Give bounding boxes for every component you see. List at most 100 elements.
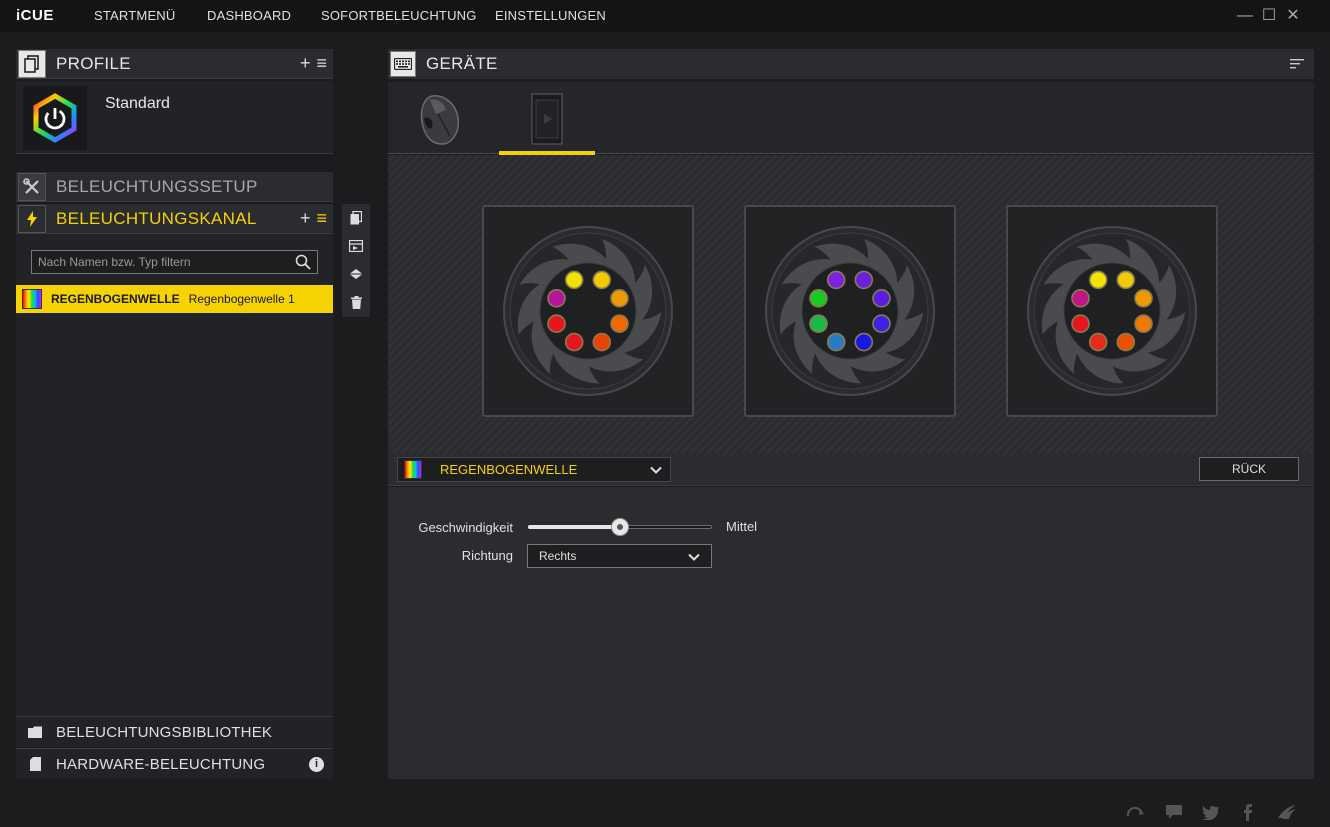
maximize-button[interactable]: ☐ [1259, 6, 1279, 26]
corsair-logo-icon[interactable] [1277, 803, 1297, 821]
fan-led[interactable] [547, 314, 566, 333]
add-profile-button[interactable]: + [300, 53, 311, 74]
fan-1[interactable] [482, 205, 694, 417]
profile-title: PROFILE [56, 53, 131, 73]
tools-icon [18, 172, 46, 201]
fan-led[interactable] [1088, 332, 1108, 352]
direction-dropdown[interactable]: Rechts [527, 544, 712, 568]
nav-instant-lighting[interactable]: SOFORTBELEUCHTUNG [321, 8, 477, 23]
speed-slider[interactable] [528, 518, 712, 536]
fan-led[interactable] [592, 270, 612, 290]
chat-icon[interactable] [1164, 803, 1184, 821]
fan-led[interactable] [854, 270, 874, 290]
profile-logo-icon [23, 86, 87, 150]
profile-header: PROFILE + ≡ [16, 49, 333, 79]
fan-led[interactable] [1116, 332, 1136, 352]
fan-led[interactable] [1116, 270, 1136, 290]
search-icon[interactable] [295, 254, 311, 270]
speed-slider-thumb[interactable] [611, 518, 629, 536]
fan-hub [801, 262, 899, 360]
fan-led[interactable] [1134, 314, 1153, 333]
fan-3-graphic [1027, 226, 1197, 396]
lighting-setup-header[interactable]: BELEUCHTUNGSSETUP [16, 172, 333, 202]
keyboard-icon [390, 51, 416, 77]
fan-led[interactable] [564, 332, 584, 352]
fan-led[interactable] [610, 289, 629, 308]
move-up-down-icon [350, 269, 362, 279]
back-button[interactable]: RÜCK [1199, 457, 1299, 481]
direction-label: Richtung [461, 548, 513, 563]
effect-type-dropdown[interactable]: REGENBOGENWELLE [397, 457, 671, 482]
device-tabs [388, 82, 1314, 155]
effect-toolbar [342, 204, 370, 317]
effect-list-item[interactable]: REGENBOGENWELLE Regenbogenwelle 1 [16, 285, 333, 313]
copy-icon [350, 211, 362, 225]
fan-led[interactable] [610, 314, 629, 333]
hardware-lighting-row[interactable]: HARDWARE-BELEUCHTUNG i [16, 748, 333, 779]
mouse-device-icon [420, 95, 460, 145]
nav-settings[interactable]: EINSTELLUNGEN [495, 8, 606, 23]
import-effect-button[interactable] [342, 232, 370, 260]
fan-3[interactable] [1006, 205, 1218, 417]
minimize-button[interactable]: — [1235, 6, 1255, 26]
fan-led[interactable] [809, 314, 828, 333]
fan-led[interactable] [1134, 289, 1153, 308]
add-effect-button[interactable]: + [300, 208, 311, 229]
fan-led[interactable] [872, 314, 891, 333]
fan-led[interactable] [1071, 289, 1090, 308]
profile-menu-button[interactable]: ≡ [316, 53, 327, 74]
fan-hub [539, 262, 637, 360]
devices-header: GERÄTE [388, 49, 1314, 79]
facebook-icon[interactable] [1238, 803, 1258, 821]
device-tab-lighting-controller[interactable] [499, 82, 595, 155]
fan-led[interactable] [564, 270, 584, 290]
fan-2-graphic [765, 226, 935, 396]
fan-led[interactable] [1071, 314, 1090, 333]
rainbow-swatch-icon [404, 460, 422, 479]
fan-led[interactable] [1088, 270, 1108, 290]
fan-led[interactable] [547, 289, 566, 308]
copy-effect-button[interactable] [342, 204, 370, 232]
folder-icon [28, 725, 42, 739]
nav-startmenu[interactable]: STARTMENÜ [94, 8, 176, 23]
profile-icon [18, 49, 46, 78]
trash-icon [350, 295, 362, 309]
memory-card-icon [28, 757, 42, 771]
fan-led[interactable] [809, 289, 828, 308]
fan-hub [1063, 262, 1161, 360]
lighting-library-row[interactable]: BELEUCHTUNGSBIBLIOTHEK [16, 716, 333, 747]
profile-item[interactable]: Standard [16, 81, 333, 154]
close-button[interactable]: ✕ [1283, 6, 1303, 26]
import-icon [349, 240, 363, 252]
twitter-icon[interactable] [1201, 803, 1221, 821]
delete-effect-button[interactable] [342, 288, 370, 316]
lightning-icon [18, 204, 46, 233]
move-effect-button[interactable] [342, 260, 370, 288]
bottom-bar [0, 795, 1330, 827]
info-icon[interactable]: i [309, 757, 324, 772]
effect-type-value: REGENBOGENWELLE [440, 462, 578, 477]
effect-search-input[interactable] [32, 251, 290, 273]
device-preview-area [388, 155, 1314, 453]
controller-device-icon [531, 93, 563, 145]
fan-2[interactable] [744, 205, 956, 417]
speed-value: Mittel [726, 519, 758, 534]
lighting-channel-panel: REGENBOGENWELLE Regenbogenwelle 1 [16, 234, 333, 716]
icue-window: iCUE STARTMENÜ DASHBOARD SOFORTBELEUCHTU… [0, 0, 1330, 827]
fan-led[interactable] [854, 332, 874, 352]
device-tab-mouse[interactable] [403, 82, 499, 154]
lighting-setup-title: BELEUCHTUNGSSETUP [56, 176, 258, 196]
fan-led[interactable] [592, 332, 612, 352]
effect-type: REGENBOGENWELLE [51, 292, 180, 306]
fan-1-graphic [503, 226, 673, 396]
fan-led[interactable] [826, 332, 846, 352]
fan-led[interactable] [826, 270, 846, 290]
sort-menu-icon[interactable] [1290, 58, 1304, 70]
update-icon[interactable] [1125, 803, 1145, 821]
effect-menu-button[interactable]: ≡ [316, 208, 327, 229]
nav-dashboard[interactable]: DASHBOARD [207, 8, 291, 23]
chevron-down-icon [650, 466, 662, 474]
fan-led[interactable] [872, 289, 891, 308]
lighting-channel-title: BELEUCHTUNGSKANAL [56, 208, 257, 228]
app-logo: iCUE [16, 7, 54, 24]
